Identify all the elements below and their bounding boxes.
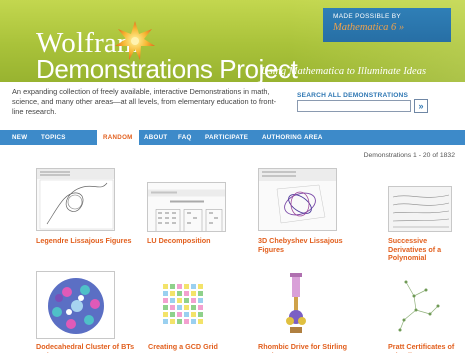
- demo-title[interactable]: 3D Chebyshev Lissajous Figures: [258, 236, 358, 254]
- demo-title[interactable]: Successive Derivatives of a Polynomial: [388, 236, 464, 263]
- gcd-grid-thumbnail-icon: [161, 276, 209, 338]
- demo-thumbnail[interactable]: [36, 168, 115, 231]
- results-count: Demonstrations 1 - 20 of 1832: [363, 152, 455, 159]
- project-title[interactable]: Demonstrations Project: [36, 56, 298, 82]
- 3d-lissajous-thumbnail-icon: [259, 169, 336, 224]
- demo-thumbnail[interactable]: [276, 271, 316, 337]
- site-banner: Wolfram Demonstrations Project Using Mat…: [0, 0, 465, 82]
- derivatives-thumbnail-icon: [389, 187, 451, 231]
- nav-topics[interactable]: TOPICS: [41, 130, 66, 145]
- demo-title[interactable]: Rhombic Drive for Stirling Engine: [258, 342, 358, 353]
- search-input[interactable]: [297, 100, 411, 112]
- stirling-engine-thumbnail-icon: [286, 273, 306, 333]
- nav-new[interactable]: NEW: [12, 130, 27, 145]
- project-tagline: Using Mathematica to Illuminate Ideas: [261, 66, 427, 77]
- matrix-thumbnail-icon: [148, 189, 225, 231]
- main-nav: NEW TOPICS RANDOM ABOUT FAQ PARTICIPATE …: [0, 130, 465, 145]
- intro-description: An expanding collection of freely availa…: [12, 87, 277, 116]
- mathematica-link[interactable]: Mathematica 6 »: [333, 21, 451, 34]
- primality-tree-thumbnail-icon: [398, 280, 440, 332]
- demo-title[interactable]: Legendre Lissajous Figures: [36, 236, 136, 246]
- lissajous-thumbnail-icon: [37, 169, 114, 230]
- demo-title[interactable]: Dodecahedral Cluster of BTs and BHs: [36, 342, 136, 353]
- demo-thumbnail[interactable]: [258, 168, 337, 231]
- demo-title[interactable]: Pratt Certificates of Primality: [388, 342, 464, 353]
- made-possible-promo[interactable]: MADE POSSIBLE BY Mathematica 6 »: [323, 8, 451, 42]
- demo-title[interactable]: LU Decomposition: [147, 236, 247, 246]
- demo-title[interactable]: Creating a GCD Grid: [148, 342, 248, 352]
- made-possible-label: MADE POSSIBLE BY: [333, 13, 402, 20]
- demo-thumbnail[interactable]: [36, 271, 115, 339]
- nav-participate[interactable]: PARTICIPATE: [205, 130, 248, 145]
- search-label: SEARCH ALL DEMONSTRATIONS: [297, 92, 409, 99]
- demo-thumbnail[interactable]: [388, 186, 452, 232]
- nav-authoring-area[interactable]: AUTHORING AREA: [262, 130, 323, 145]
- demo-thumbnail[interactable]: [147, 182, 226, 232]
- nav-random[interactable]: RANDOM: [97, 130, 139, 145]
- search-submit-button[interactable]: »: [414, 99, 428, 113]
- demo-thumbnail[interactable]: [392, 276, 446, 336]
- demo-thumbnail[interactable]: [161, 276, 209, 338]
- nav-about[interactable]: ABOUT: [144, 130, 168, 145]
- cluster-thumbnail-icon: [37, 272, 114, 338]
- nav-faq[interactable]: FAQ: [178, 130, 192, 145]
